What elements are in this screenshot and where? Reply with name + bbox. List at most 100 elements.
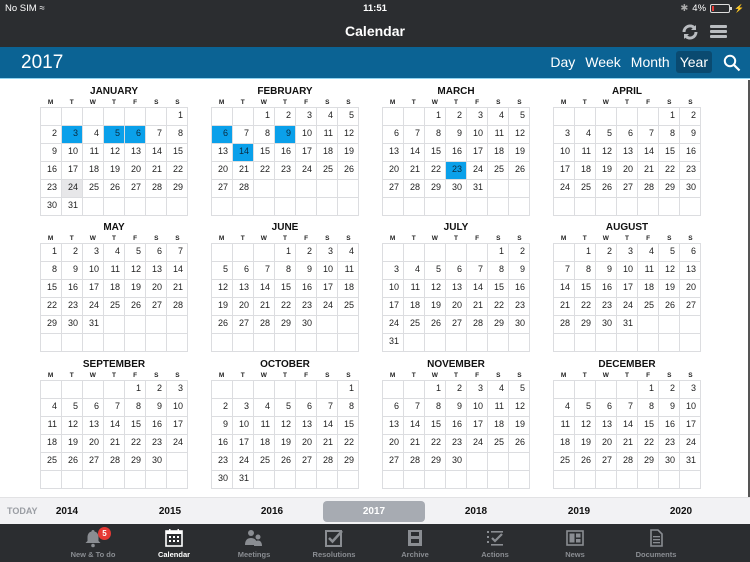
day-cell[interactable]: 15 [125, 417, 146, 435]
day-cell[interactable]: 23 [62, 298, 83, 316]
day-cell[interactable]: 11 [254, 417, 275, 435]
view-day-button[interactable]: Day [546, 51, 579, 73]
day-cell[interactable]: 22 [41, 298, 62, 316]
day-cell[interactable]: 25 [317, 162, 338, 180]
day-cell[interactable]: 28 [104, 453, 125, 471]
day-cell[interactable]: 1 [125, 381, 146, 399]
day-cell[interactable]: 31 [617, 316, 638, 334]
day-cell[interactable]: 7 [617, 399, 638, 417]
day-cell[interactable]: 4 [638, 244, 659, 262]
day-cell[interactable]: 23 [275, 162, 296, 180]
day-cell[interactable]: 27 [83, 453, 104, 471]
day-cell[interactable]: 20 [596, 435, 617, 453]
year-option-2015[interactable]: 2015 [119, 501, 221, 522]
day-cell[interactable]: 1 [425, 108, 446, 126]
day-cell[interactable]: 31 [383, 334, 404, 352]
year-option-2017[interactable]: 2017 [323, 501, 425, 522]
day-cell[interactable]: 18 [554, 435, 575, 453]
day-cell[interactable]: 22 [125, 435, 146, 453]
day-cell[interactable]: 23 [659, 435, 680, 453]
day-cell[interactable]: 8 [125, 399, 146, 417]
day-cell[interactable]: 3 [317, 244, 338, 262]
day-cell[interactable]: 25 [338, 298, 359, 316]
day-cell[interactable]: 6 [446, 262, 467, 280]
day-cell[interactable]: 16 [446, 417, 467, 435]
view-week-button[interactable]: Week [581, 51, 625, 73]
day-cell[interactable]: 17 [617, 280, 638, 298]
day-cell[interactable]: 19 [275, 435, 296, 453]
day-cell[interactable]: 21 [404, 162, 425, 180]
day-cell[interactable]: 24 [680, 435, 701, 453]
day-cell[interactable]: 1 [638, 381, 659, 399]
day-cell[interactable]: 11 [83, 144, 104, 162]
day-cell[interactable]: 23 [446, 435, 467, 453]
day-cell[interactable]: 19 [212, 298, 233, 316]
day-cell[interactable]: 21 [617, 435, 638, 453]
day-cell[interactable]: 1 [338, 381, 359, 399]
day-cell[interactable]: 2 [41, 126, 62, 144]
day-cell[interactable]: 4 [404, 262, 425, 280]
day-cell[interactable]: 19 [104, 162, 125, 180]
day-cell[interactable]: 30 [62, 316, 83, 334]
day-cell[interactable]: 20 [83, 435, 104, 453]
day-cell[interactable]: 19 [575, 435, 596, 453]
day-cell[interactable]: 18 [404, 298, 425, 316]
day-cell[interactable]: 10 [383, 280, 404, 298]
day-cell[interactable]: 7 [404, 399, 425, 417]
day-cell[interactable]: 8 [425, 126, 446, 144]
month-title[interactable]: JUNE [211, 222, 359, 234]
day-cell[interactable]: 2 [212, 399, 233, 417]
day-cell[interactable]: 20 [617, 162, 638, 180]
day-cell[interactable]: 10 [554, 144, 575, 162]
day-cell[interactable]: 6 [146, 244, 167, 262]
day-cell[interactable]: 30 [680, 180, 701, 198]
day-cell[interactable]: 27 [212, 180, 233, 198]
day-cell[interactable]: 10 [317, 262, 338, 280]
day-cell[interactable]: 16 [446, 144, 467, 162]
day-cell[interactable]: 7 [146, 126, 167, 144]
day-cell[interactable]: 28 [404, 453, 425, 471]
day-cell[interactable]: 2 [146, 381, 167, 399]
day-cell[interactable]: 11 [317, 126, 338, 144]
day-cell[interactable]: 17 [167, 417, 188, 435]
day-cell[interactable]: 11 [41, 417, 62, 435]
day-cell[interactable]: 19 [62, 435, 83, 453]
day-cell[interactable]: 7 [317, 399, 338, 417]
day-cell[interactable]: 22 [659, 162, 680, 180]
day-cell[interactable]: 6 [617, 126, 638, 144]
day-cell[interactable]: 6 [383, 399, 404, 417]
day-cell[interactable]: 15 [575, 280, 596, 298]
day-cell[interactable]: 9 [446, 126, 467, 144]
day-cell[interactable]: 10 [62, 144, 83, 162]
day-cell[interactable]: 26 [659, 298, 680, 316]
day-cell[interactable]: 21 [404, 435, 425, 453]
tab-archive[interactable]: Archive [375, 524, 455, 562]
day-cell[interactable]: 30 [446, 180, 467, 198]
day-cell[interactable]: 11 [338, 262, 359, 280]
day-cell[interactable]: 24 [617, 298, 638, 316]
day-cell[interactable]: 16 [296, 280, 317, 298]
day-cell[interactable]: 23 [146, 435, 167, 453]
day-cell[interactable]: 29 [425, 453, 446, 471]
day-cell[interactable]: 6 [83, 399, 104, 417]
day-cell[interactable]: 26 [212, 316, 233, 334]
month-title[interactable]: DECEMBER [553, 359, 701, 371]
day-cell[interactable]: 3 [296, 108, 317, 126]
day-cell[interactable]: 19 [338, 144, 359, 162]
day-cell[interactable]: 5 [509, 381, 530, 399]
day-cell[interactable]: 17 [233, 435, 254, 453]
day-cell[interactable]: 7 [167, 244, 188, 262]
day-cell[interactable]: 3 [467, 381, 488, 399]
day-cell[interactable]: 18 [488, 144, 509, 162]
day-cell-with-event[interactable]: 6 [212, 126, 233, 144]
day-cell[interactable]: 14 [146, 144, 167, 162]
day-cell-with-event[interactable]: 6 [125, 126, 146, 144]
day-cell[interactable]: 10 [296, 126, 317, 144]
day-cell[interactable]: 26 [104, 180, 125, 198]
day-cell[interactable]: 1 [41, 244, 62, 262]
day-cell[interactable]: 13 [383, 417, 404, 435]
day-cell[interactable]: 12 [62, 417, 83, 435]
day-cell[interactable]: 6 [383, 126, 404, 144]
day-cell[interactable]: 15 [659, 144, 680, 162]
day-cell[interactable]: 27 [383, 180, 404, 198]
